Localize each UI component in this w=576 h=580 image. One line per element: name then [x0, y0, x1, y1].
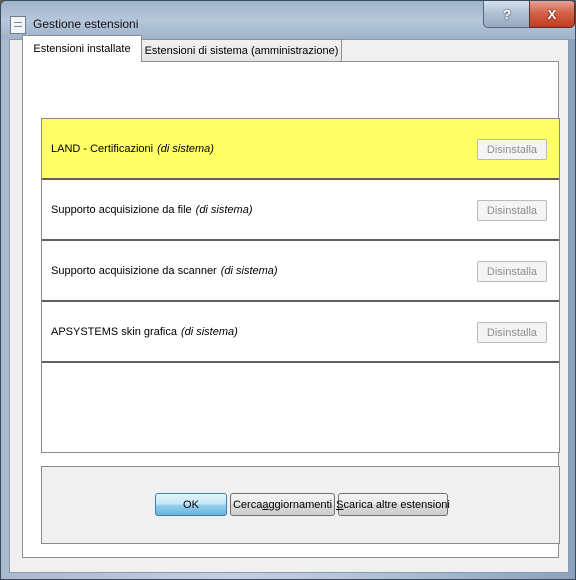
- tab-system-extensions[interactable]: Estensioni di sistema (amministrazione): [141, 39, 342, 62]
- download-extensions-button[interactable]: Scarica altre estensioni: [336, 493, 450, 516]
- extension-label: LAND - Certificazioni (di sistema): [51, 119, 214, 178]
- extension-label: APSYSTEMS skin grafica (di sistema): [51, 302, 238, 361]
- extensions-list: LAND - Certificazioni (di sistema) Disins…: [41, 118, 560, 453]
- extension-name: LAND - Certificazioni: [51, 142, 154, 155]
- window-icon: [10, 16, 26, 34]
- extension-name: Supporto acquisizione da file: [51, 203, 192, 216]
- extension-tag: (di sistema): [180, 325, 238, 338]
- extension-name: APSYSTEMS skin grafica: [51, 325, 177, 338]
- extension-row[interactable]: Supporto acquisizione da scanner (di sist…: [42, 241, 559, 302]
- extension-row[interactable]: LAND - Certificazioni (di sistema) Disins…: [42, 119, 559, 180]
- extension-row[interactable]: APSYSTEMS skin grafica (di sistema) Disin…: [42, 302, 559, 363]
- help-button[interactable]: ?: [483, 1, 531, 28]
- close-button[interactable]: X: [529, 1, 575, 28]
- ok-button[interactable]: OK: [155, 493, 227, 516]
- download-accesskey: S: [336, 498, 344, 511]
- window-title: Gestione estensioni: [33, 17, 139, 31]
- uninstall-button[interactable]: Disinstalla: [477, 322, 547, 343]
- check-updates-label-pre: Cerca: [232, 498, 263, 511]
- extension-tag: (di sistema): [195, 203, 253, 216]
- uninstall-button[interactable]: Disinstalla: [477, 139, 547, 160]
- extension-row[interactable]: Supporto acquisizione da file (di sistema…: [42, 180, 559, 241]
- check-updates-label-post: ggiornamenti: [268, 498, 333, 511]
- extension-name: Supporto acquisizione da scanner: [51, 264, 217, 277]
- uninstall-button[interactable]: Disinstalla: [477, 200, 547, 221]
- extension-tag: (di sistema): [220, 264, 278, 277]
- button-bar: OK Cerca a ggiornamenti Scarica altre est…: [41, 466, 560, 544]
- extensions-dialog: Gestione estensioni ? X Estensioni insta…: [0, 0, 576, 580]
- extension-label: Supporto acquisizione da file (di sistema…: [51, 180, 253, 239]
- check-updates-button[interactable]: Cerca a ggiornamenti: [230, 493, 335, 516]
- extension-label: Supporto acquisizione da scanner (di sist…: [51, 241, 278, 300]
- download-label-post: carica altre estensioni: [343, 498, 450, 511]
- extension-tag: (di sistema): [157, 142, 214, 155]
- uninstall-button[interactable]: Disinstalla: [477, 261, 547, 282]
- tab-installed-extensions[interactable]: Estensioni installate: [22, 35, 142, 62]
